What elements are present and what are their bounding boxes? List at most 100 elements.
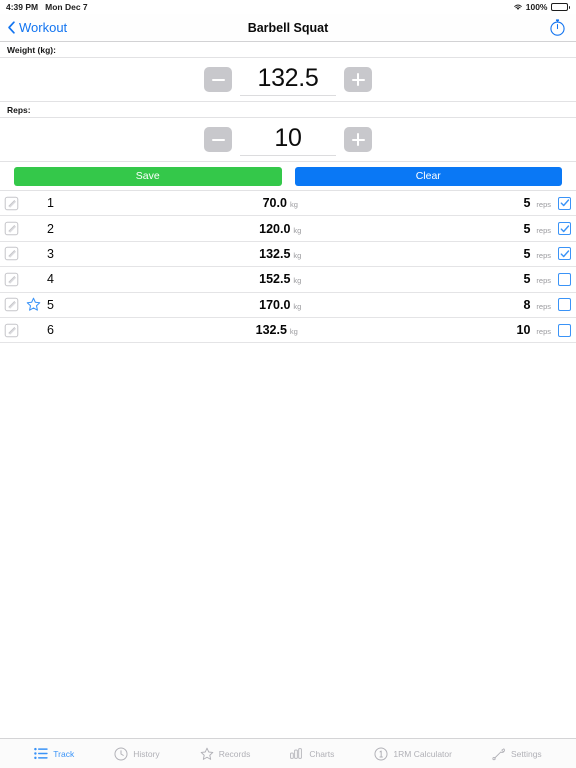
tab-records[interactable]: Records xyxy=(180,747,271,761)
table-row[interactable]: 6 132.5 kg 10 reps xyxy=(0,318,576,344)
status-time: 4:39 PM xyxy=(6,2,39,12)
content-empty-area xyxy=(0,343,576,738)
weight-unit-label: kg xyxy=(293,301,302,311)
bar-chart-icon xyxy=(290,747,304,761)
reps-stepper-row xyxy=(0,118,576,162)
set-weight-value: 120.0 xyxy=(259,221,291,236)
edit-set-icon[interactable] xyxy=(4,246,19,261)
weight-input[interactable] xyxy=(240,63,336,96)
table-row[interactable]: 4 152.5 kg 5 reps xyxy=(0,267,576,293)
tab-label: Settings xyxy=(510,748,542,759)
set-weight-cell: 132.5 kg xyxy=(49,247,511,261)
tab-track[interactable]: Track xyxy=(14,747,94,761)
set-reps-value: 8 xyxy=(523,297,531,312)
table-row[interactable]: 2 120.0 kg 5 reps xyxy=(0,216,576,242)
reps-input[interactable] xyxy=(240,123,336,156)
minus-icon xyxy=(211,133,225,146)
reps-unit-label: reps xyxy=(536,327,551,337)
weight-unit-label: kg xyxy=(293,225,302,235)
reps-unit-label: reps xyxy=(536,301,551,311)
tab-history[interactable]: History xyxy=(94,746,179,761)
weight-unit-label: kg xyxy=(289,327,298,337)
set-weight-value: 152.5 xyxy=(259,272,291,287)
set-reps-value: 10 xyxy=(516,323,531,338)
set-weight-cell: 152.5 kg xyxy=(49,272,511,286)
minus-icon xyxy=(211,73,225,86)
circle-one-icon xyxy=(374,746,388,761)
status-bar: 4:39 PM Mon Dec 7 100% xyxy=(0,0,576,14)
stopwatch-icon[interactable] xyxy=(548,18,567,37)
edit-set-icon[interactable] xyxy=(4,196,19,211)
set-weight-value: 132.5 xyxy=(259,246,291,261)
navigation-bar: Workout Barbell Squat xyxy=(0,14,576,42)
set-weight-value: 170.0 xyxy=(259,297,291,312)
back-button-label: Workout xyxy=(19,20,68,35)
tab-label: Records xyxy=(218,748,251,759)
reps-unit-label: reps xyxy=(536,276,551,286)
tab-label: 1RM Calculator xyxy=(393,748,452,759)
weight-unit-label: kg xyxy=(293,276,302,286)
set-reps-cell: 8 reps xyxy=(523,298,551,312)
weight-decrement-button[interactable] xyxy=(204,67,232,92)
tab-label: History xyxy=(133,748,160,759)
set-reps-value: 5 xyxy=(523,196,531,211)
table-row[interactable]: 5 170.0 kg 8 reps xyxy=(0,293,576,318)
edit-set-icon[interactable] xyxy=(4,221,19,236)
battery-percent-label: 100% xyxy=(525,2,548,12)
tab-settings[interactable]: Settings xyxy=(472,747,562,761)
reps-unit-label: reps xyxy=(536,225,551,235)
set-weight-cell: 170.0 kg xyxy=(49,298,511,312)
edit-set-icon[interactable] xyxy=(4,272,19,287)
set-reps-value: 5 xyxy=(523,272,531,287)
set-reps-value: 5 xyxy=(523,221,531,236)
clock-icon xyxy=(114,746,128,761)
action-button-bar: Save Clear xyxy=(0,162,576,191)
back-button[interactable]: Workout xyxy=(0,20,67,35)
tab-1rm-calculator[interactable]: 1RM Calculator xyxy=(354,746,472,761)
weight-section-label: Weight (kg): xyxy=(0,42,576,58)
tab-charts[interactable]: Charts xyxy=(270,747,354,761)
tab-label: Charts xyxy=(309,748,335,759)
set-complete-checkbox[interactable] xyxy=(558,247,571,261)
weight-increment-button[interactable] xyxy=(344,67,372,92)
set-weight-cell: 132.5 kg xyxy=(49,323,505,337)
set-complete-checkbox[interactable] xyxy=(558,196,571,210)
set-weight-value: 70.0 xyxy=(262,196,287,211)
reps-unit-label: reps xyxy=(536,200,551,210)
set-complete-checkbox[interactable] xyxy=(558,298,571,312)
set-reps-cell: 10 reps xyxy=(517,323,552,337)
reps-unit-label: reps xyxy=(536,250,551,260)
personal-record-star-icon xyxy=(26,297,41,312)
plus-icon xyxy=(351,73,365,86)
set-weight-cell: 70.0 kg xyxy=(49,196,511,210)
tab-bar: Track History Records Charts 1RM Calculator S… xyxy=(0,738,576,768)
weight-unit-label: kg xyxy=(289,200,298,210)
set-complete-checkbox[interactable] xyxy=(558,272,571,286)
set-weight-cell: 120.0 kg xyxy=(49,222,511,236)
set-reps-cell: 5 reps xyxy=(523,222,551,236)
list-icon xyxy=(34,747,48,761)
weight-stepper-row xyxy=(0,58,576,102)
set-complete-checkbox[interactable] xyxy=(558,222,571,236)
edit-set-icon[interactable] xyxy=(4,323,19,338)
app-screen: 4:39 PM Mon Dec 7 100% Workout Barbell S… xyxy=(0,0,576,768)
reps-section-label: Reps: xyxy=(0,102,576,118)
battery-full-icon xyxy=(550,3,570,11)
save-button[interactable]: Save xyxy=(14,166,282,186)
table-row[interactable]: 1 70.0 kg 5 reps xyxy=(0,191,576,217)
edit-set-icon[interactable] xyxy=(4,297,19,312)
set-weight-value: 132.5 xyxy=(255,323,287,338)
set-reps-value: 5 xyxy=(523,246,531,261)
chevron-left-icon xyxy=(7,21,16,34)
wrench-icon xyxy=(492,747,506,761)
set-reps-cell: 5 reps xyxy=(523,247,551,261)
plus-icon xyxy=(351,133,365,146)
table-row[interactable]: 3 132.5 kg 5 reps xyxy=(0,242,576,268)
set-complete-checkbox[interactable] xyxy=(558,323,571,337)
reps-decrement-button[interactable] xyxy=(204,127,232,152)
clear-button[interactable]: Clear xyxy=(294,166,562,186)
reps-increment-button[interactable] xyxy=(344,127,372,152)
set-list: 1 70.0 kg 5 reps 2 120.0 kg 5 reps 3 132.5 kg 5 reps 4 1… xyxy=(0,191,576,344)
status-bar-left: 4:39 PM Mon Dec 7 xyxy=(6,2,88,12)
page-title: Barbell Squat xyxy=(247,20,329,35)
